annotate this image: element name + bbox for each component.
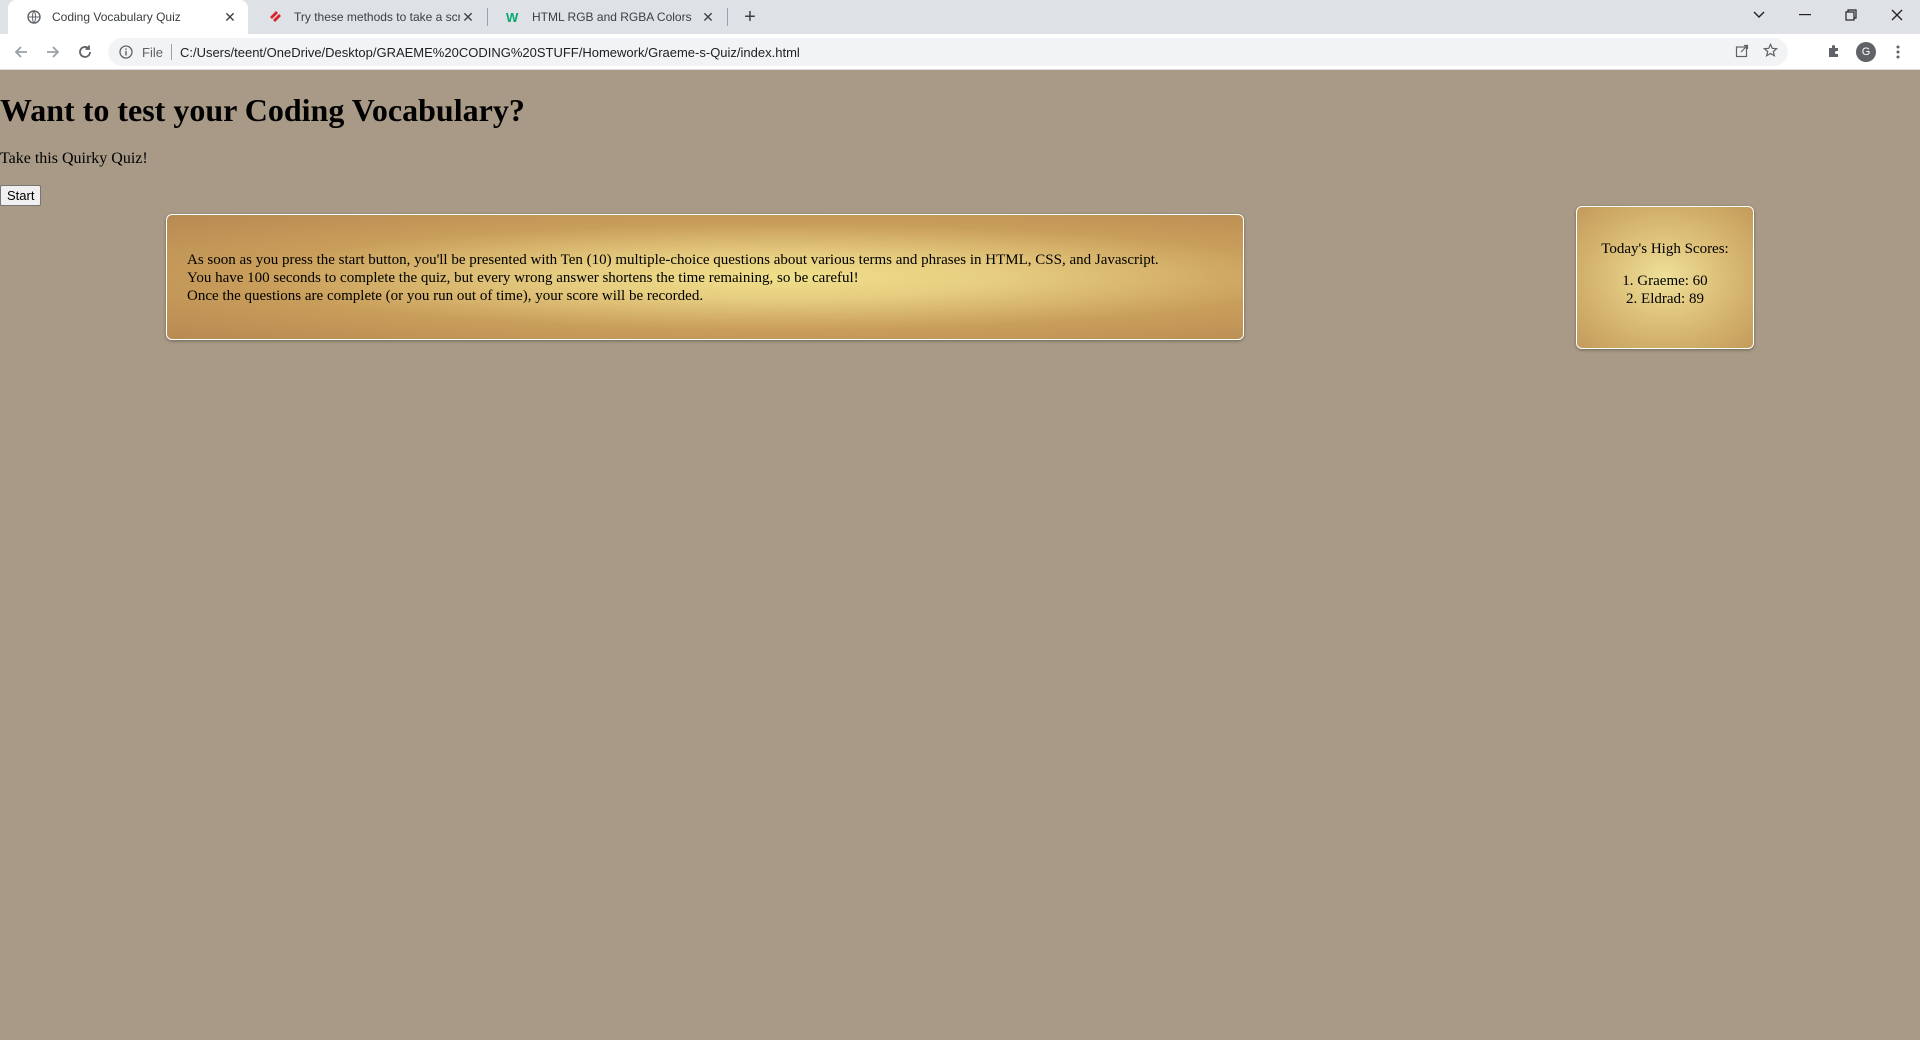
tab-coding-vocabulary-quiz[interactable]: Coding Vocabulary Quiz ✕ [8,0,248,34]
high-scores-title: Today's High Scores: [1601,241,1729,257]
url-text[interactable]: C:/Users/teent/OneDrive/Desktop/GRAEME%2… [180,45,1735,60]
page-content: Want to test your Coding Vocabulary? Tak… [0,70,1920,1040]
avatar: G [1856,42,1876,62]
more-menu-icon[interactable] [1886,40,1910,64]
brand-icon [268,9,284,25]
share-icon[interactable] [1735,44,1749,61]
close-tab-icon[interactable]: ✕ [222,9,238,26]
browser-tab-strip: Coding Vocabulary Quiz ✕ Try these metho… [0,0,1920,34]
instructions-line: Once the questions are complete (or you … [187,288,704,304]
profile-avatar[interactable]: G [1854,40,1878,64]
close-tab-icon[interactable]: ✕ [460,9,476,26]
instructions-line: As soon as you press the start button, y… [187,252,1159,268]
browser-toolbar: File C:/Users/teent/OneDrive/Desktop/GRA… [0,34,1920,70]
high-score-entry: Graeme: 60 [1577,272,1753,290]
high-score-entry: Eldrad: 89 [1577,290,1753,308]
restore-icon[interactable] [1828,0,1874,30]
tab-screenshot-methods[interactable]: Try these methods to take a scre ✕ [250,0,486,34]
high-scores-card: Today's High Scores: Graeme: 60 Eldrad: … [1576,206,1754,349]
instructions-line: You have 100 seconds to complete the qui… [187,270,859,286]
scheme-label: File [142,44,163,60]
svg-text:W: W [506,10,519,24]
tab-separator [727,8,728,26]
new-tab-button[interactable]: + [738,5,762,29]
reload-icon[interactable] [73,40,97,64]
start-button[interactable]: Start [0,185,42,206]
back-arrow-icon[interactable] [9,40,33,64]
high-scores-list: Graeme: 60 Eldrad: 89 [1577,272,1753,308]
divider [170,44,172,60]
close-window-icon[interactable] [1874,0,1920,30]
extensions-puzzle-icon[interactable] [1822,40,1846,64]
info-icon[interactable] [118,44,134,60]
instructions-card: As soon as you press the start button, y… [166,214,1244,340]
w3schools-icon: W [506,9,522,25]
close-tab-icon[interactable]: ✕ [700,9,716,26]
globe-icon [26,9,42,25]
tab-search-icon[interactable] [1736,0,1782,30]
bookmark-star-icon[interactable] [1762,42,1779,61]
page-title: Want to test your Coding Vocabulary? [0,92,525,128]
page-subtitle: Take this Quirky Quiz! [0,150,148,167]
tab-html-rgb-colors[interactable]: W HTML RGB and RGBA Colors ✕ [488,0,726,34]
minimize-icon[interactable] [1782,0,1828,30]
tab-title: HTML RGB and RGBA Colors [532,10,692,24]
tab-title: Try these methods to take a scre [294,10,460,24]
forward-arrow-icon[interactable] [41,40,65,64]
address-bar[interactable]: File C:/Users/teent/OneDrive/Desktop/GRA… [108,38,1788,66]
tab-title: Coding Vocabulary Quiz [52,10,181,24]
